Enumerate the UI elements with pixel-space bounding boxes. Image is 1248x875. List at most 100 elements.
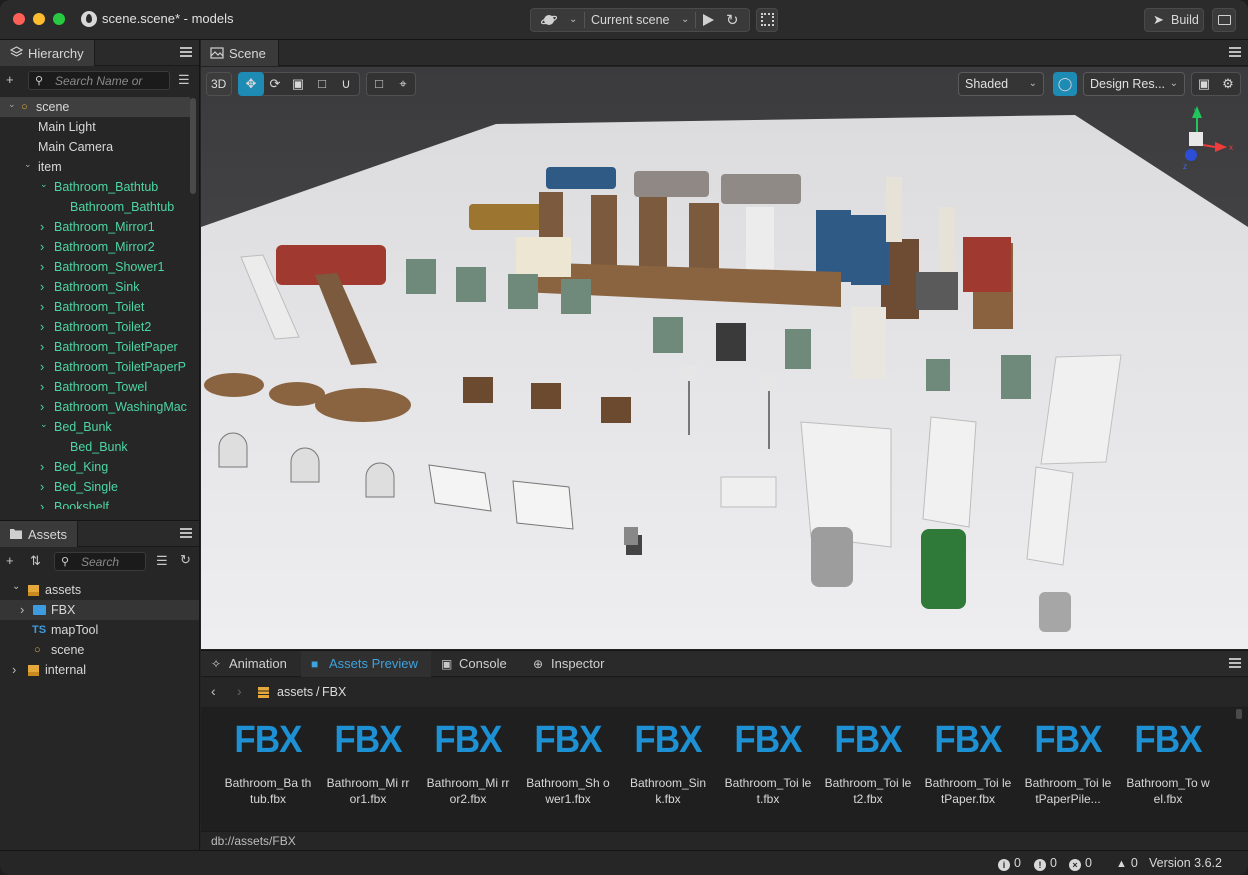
hierarchy-node[interactable]: › Bathroom_Shower1 [0, 257, 190, 277]
notification-count[interactable]: ▲ 0 [1116, 856, 1138, 870]
local-space-icon[interactable]: ⌖ [392, 76, 414, 92]
hierarchy-node[interactable]: › Bathroom_Toilet [0, 297, 190, 317]
warning-count[interactable]: ! 0 [1034, 856, 1057, 871]
hierarchy-search-input[interactable]: ⚲ Search Name or [28, 71, 170, 90]
axis-gizmo[interactable]: y x z [1163, 106, 1235, 178]
hierarchy-node[interactable]: › Bathroom_ToiletPaperP [0, 357, 190, 377]
assets-search-input[interactable]: ⚲ Search [54, 552, 146, 571]
chevron-down-icon[interactable]: ⌄ [12, 577, 20, 597]
preview-scene-select[interactable]: Current scene [591, 13, 670, 27]
open-folder-button[interactable] [1212, 8, 1236, 32]
chevron-right-icon[interactable]: › [40, 257, 44, 277]
chevron-right-icon[interactable]: › [12, 660, 16, 680]
asset-node[interactable]: TS mapTool [0, 620, 199, 640]
tab-inspector[interactable]: ⊕ Inspector [523, 651, 623, 677]
menu-icon[interactable] [1229, 658, 1241, 668]
chevron-down-icon[interactable]: ⌄ [40, 414, 48, 434]
tab-hierarchy[interactable]: Hierarchy [0, 40, 95, 66]
chevron-right-icon[interactable]: › [40, 357, 44, 377]
hierarchy-node[interactable]: Main Light [0, 117, 190, 137]
menu-icon[interactable] [1229, 47, 1241, 57]
snap-magnet-icon[interactable]: ∪ [335, 76, 357, 92]
collapse-all-icon[interactable]: ☰ [156, 553, 168, 569]
fbx-file-item[interactable]: FBX Bathroom_Toi letPaperPile... [1018, 707, 1118, 831]
sort-icon[interactable]: ⇅ [30, 553, 41, 569]
rotate-icon[interactable]: ⟳ [264, 76, 286, 92]
rect-tool-icon[interactable]: □ [311, 76, 333, 91]
error-count[interactable]: × 0 [1069, 856, 1092, 871]
close-window-button[interactable] [13, 13, 25, 25]
hierarchy-node[interactable]: › Bookshelf [0, 497, 190, 509]
fbx-file-item[interactable]: FBX Bathroom_Mi rror1.fbx [318, 707, 418, 831]
hierarchy-node[interactable]: › Bed_King [0, 457, 190, 477]
tab-console[interactable]: ▣ Console [431, 651, 523, 677]
lighting-toggle[interactable]: ◯ [1053, 72, 1077, 96]
tab-animation[interactable]: ✧ Animation [201, 651, 301, 677]
platform-globe-icon[interactable] [541, 13, 557, 27]
move-tool-button[interactable]: ✥ [238, 72, 264, 96]
fbx-file-item[interactable]: FBX Bathroom_Toi let.fbx [718, 707, 818, 831]
hierarchy-scrollbar[interactable] [190, 98, 196, 194]
chevron-down-icon[interactable]: ⌄ [681, 14, 689, 25]
scale-icon[interactable]: ▣ [287, 76, 309, 92]
gear-icon[interactable]: ⚙ [1217, 76, 1239, 92]
asset-node[interactable]: › FBX [0, 600, 199, 620]
hierarchy-node[interactable]: › Bathroom_Mirror2 [0, 237, 190, 257]
hierarchy-node[interactable]: › Bathroom_Toilet2 [0, 317, 190, 337]
mode-3d-button[interactable]: 3D [206, 72, 232, 96]
chevron-right-icon[interactable]: › [40, 477, 44, 497]
scene-render[interactable] [201, 67, 1248, 649]
hierarchy-node[interactable]: Bed_Bunk [0, 437, 190, 457]
asset-node[interactable]: ○ scene [0, 640, 199, 660]
breadcrumb-root[interactable]: assets [277, 685, 313, 699]
hierarchy-node[interactable]: › Bathroom_Sink [0, 277, 190, 297]
play-icon[interactable] [703, 14, 714, 26]
chevron-down-icon[interactable]: ⌄ [24, 154, 32, 174]
chevron-right-icon[interactable]: › [40, 237, 44, 257]
chevron-right-icon[interactable]: › [40, 317, 44, 337]
tab-scene[interactable]: Scene [201, 40, 279, 66]
resolution-select[interactable]: Design Res... ⌄ [1083, 72, 1185, 96]
chevron-right-icon[interactable]: › [40, 337, 44, 357]
menu-icon[interactable] [180, 47, 192, 57]
build-button[interactable]: ➤ Build [1144, 8, 1204, 32]
hierarchy-node[interactable]: › Bathroom_Towel [0, 377, 190, 397]
fbx-file-item[interactable]: FBX Bathroom_Sin k.fbx [618, 707, 718, 831]
asset-node[interactable]: ⌄ assets [0, 580, 199, 600]
hierarchy-node[interactable]: ⌄ ○ scene [0, 97, 190, 117]
tab-assets[interactable]: Assets [0, 521, 79, 547]
chevron-right-icon[interactable]: › [40, 377, 44, 397]
tab-assets-preview[interactable]: ■ Assets Preview [301, 651, 431, 677]
fbx-file-item[interactable]: FBX Bathroom_Mi rror2.fbx [418, 707, 518, 831]
asset-node[interactable]: › internal [0, 660, 199, 680]
fbx-file-item[interactable]: FBX Bathroom_Sh ower1.fbx [518, 707, 618, 831]
fbx-file-item[interactable]: FBX Bathroom_Toi let2.fbx [818, 707, 918, 831]
chevron-down-icon[interactable]: ⌄ [40, 174, 48, 194]
hierarchy-node[interactable]: › Bathroom_WashingMac [0, 397, 190, 417]
list-options-icon[interactable]: ☰ [178, 72, 190, 88]
chevron-down-icon[interactable]: ⌄ [8, 97, 16, 114]
add-node-icon[interactable]: + [6, 72, 14, 87]
scene-viewport[interactable]: 3D ✥ ⟳ ▣ □ ∪ □ ⌖ Shaded ⌄ ◯ Design Res..… [201, 67, 1248, 649]
chevron-down-icon[interactable]: ⌄ [569, 14, 577, 25]
hierarchy-node[interactable]: ⌄ item [0, 157, 190, 177]
camera-icon[interactable]: ▣ [1193, 76, 1215, 92]
info-count[interactable]: i0 [998, 856, 1021, 871]
chevron-right-icon[interactable]: › [40, 497, 44, 509]
chevron-right-icon[interactable]: › [40, 457, 44, 477]
maximize-window-button[interactable] [53, 13, 65, 25]
chevron-right-icon[interactable]: › [40, 277, 44, 297]
qr-code-button[interactable] [756, 8, 778, 32]
hierarchy-node[interactable]: ⌄ Bathroom_Bathtub [0, 177, 190, 197]
breadcrumb-leaf[interactable]: FBX [322, 685, 346, 699]
menu-icon[interactable] [180, 528, 192, 538]
chevron-right-icon[interactable]: › [20, 600, 24, 620]
shading-select[interactable]: Shaded ⌄ [958, 72, 1044, 96]
fbx-file-item[interactable]: FBX Bathroom_Toi letPaper.fbx [918, 707, 1018, 831]
refresh-icon[interactable]: ↻ [726, 11, 739, 29]
fbx-file-item[interactable]: FBX Bathroom_Ba thtub.fbx [218, 707, 318, 831]
hierarchy-node[interactable]: › Bed_Single [0, 477, 190, 497]
pivot-icon[interactable]: □ [368, 76, 390, 91]
preview-scrollbar[interactable] [1236, 709, 1242, 719]
hierarchy-node[interactable]: › Bathroom_Mirror1 [0, 217, 190, 237]
